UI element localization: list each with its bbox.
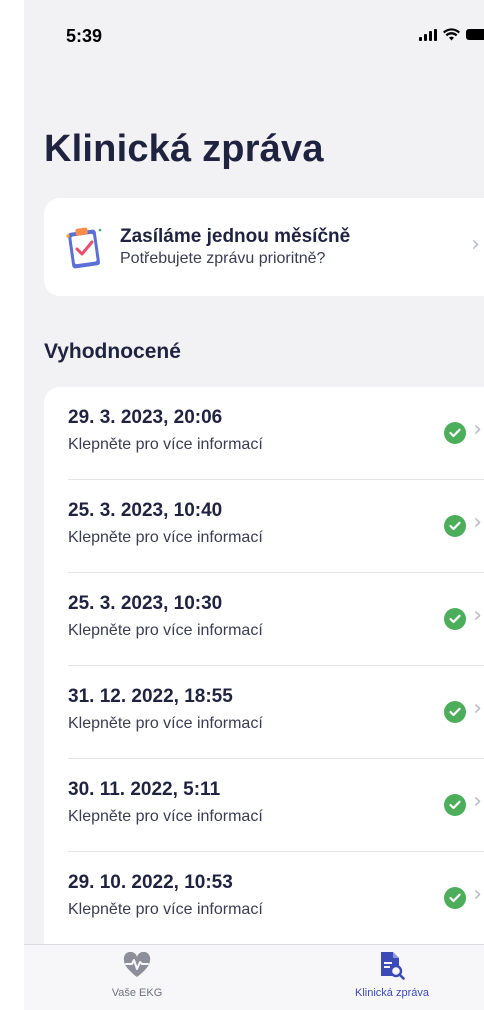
cellular-signal-icon <box>419 28 437 41</box>
wifi-icon <box>443 28 460 41</box>
page-title: Klinická zpráva <box>44 128 324 170</box>
reports-list: 29. 3. 2023, 20:06 Klepněte pro více inf… <box>44 387 484 947</box>
chevron-right-icon: › <box>473 510 482 535</box>
check-circle-icon <box>444 515 466 537</box>
report-row[interactable]: 29. 10. 2022, 10:53 Klepněte pro více in… <box>68 852 484 945</box>
report-date: 25. 3. 2023, 10:30 <box>68 593 223 614</box>
tab-bar: Vaše EKG Klinická zpráva <box>24 944 484 1010</box>
report-hint: Klepněte pro více informací <box>68 901 263 918</box>
report-hint: Klepněte pro více informací <box>68 622 263 639</box>
report-row[interactable]: 29. 3. 2023, 20:06 Klepněte pro více inf… <box>68 387 484 480</box>
check-circle-icon <box>444 701 466 723</box>
status-bar: 5:39 <box>24 0 484 80</box>
report-hint: Klepněte pro více informací <box>68 715 263 732</box>
chevron-right-icon: › <box>473 696 482 721</box>
report-row[interactable]: 30. 11. 2022, 5:11 Klepněte pro více inf… <box>68 759 484 852</box>
tab-clinical-report[interactable]: Klinická zpráva <box>317 949 467 999</box>
check-circle-icon <box>444 422 466 444</box>
check-circle-icon <box>444 794 466 816</box>
banner-subtitle: Potřebujete zprávu prioritně? <box>120 250 326 267</box>
report-hint: Klepněte pro více informací <box>68 808 263 825</box>
priority-report-banner[interactable]: Zasíláme jednou měsíčně Potřebujete zprá… <box>44 198 484 296</box>
report-hint: Klepněte pro více informací <box>68 436 263 453</box>
chevron-right-icon: › <box>473 882 482 907</box>
check-circle-icon <box>444 887 466 909</box>
document-search-icon <box>317 949 467 981</box>
check-circle-icon <box>444 608 466 630</box>
report-row[interactable]: 25. 3. 2023, 10:30 Klepněte pro více inf… <box>68 573 484 666</box>
section-title: Vyhodnocené <box>44 340 181 363</box>
clipboard-check-icon <box>64 224 104 270</box>
report-date: 25. 3. 2023, 10:40 <box>68 500 223 521</box>
chevron-right-icon: › <box>471 232 480 257</box>
status-time: 5:39 <box>66 26 103 46</box>
report-date: 29. 3. 2023, 20:06 <box>68 407 223 428</box>
chevron-right-icon: › <box>473 603 482 628</box>
tab-label: Klinická zpráva <box>355 987 429 999</box>
heart-pulse-icon <box>62 949 212 981</box>
report-date: 30. 11. 2022, 5:11 <box>68 779 221 800</box>
chevron-right-icon: › <box>473 789 482 814</box>
report-row[interactable]: 31. 12. 2022, 18:55 Klepněte pro více in… <box>68 666 484 759</box>
battery-icon <box>466 29 484 40</box>
report-hint: Klepněte pro více informací <box>68 529 263 546</box>
report-row[interactable]: 25. 3. 2023, 10:40 Klepněte pro více inf… <box>68 480 484 573</box>
tab-label: Vaše EKG <box>111 987 163 999</box>
tab-your-ekg[interactable]: Vaše EKG <box>62 949 212 999</box>
chevron-right-icon: › <box>473 417 482 442</box>
app-screen: 5:39 Klinická zpráva Zasíláme jednou měs… <box>24 0 484 1010</box>
report-date: 31. 12. 2022, 18:55 <box>68 686 233 707</box>
banner-title: Zasíláme jednou měsíčně <box>120 226 351 247</box>
report-date: 29. 10. 2022, 10:53 <box>68 872 233 893</box>
status-icons <box>419 28 484 41</box>
